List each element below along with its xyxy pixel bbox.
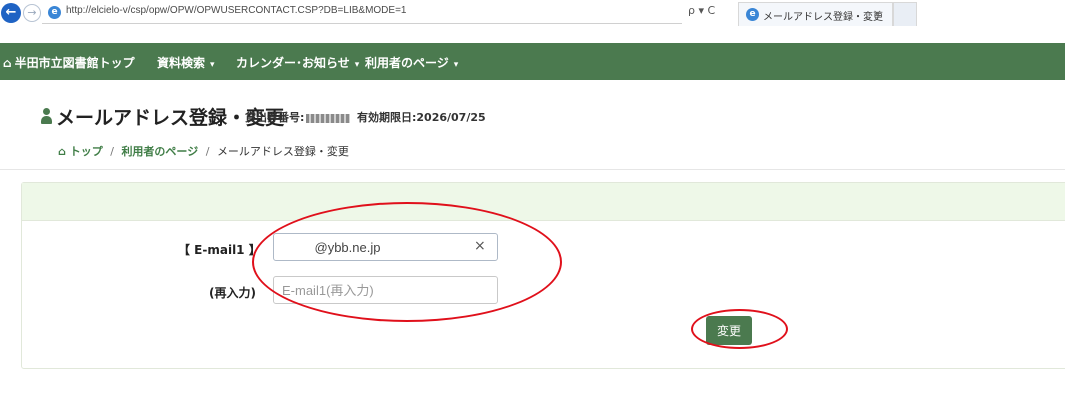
forward-arrow-icon[interactable]: → bbox=[23, 4, 41, 22]
email-input[interactable] bbox=[273, 233, 498, 261]
breadcrumb-separator: / bbox=[110, 145, 114, 158]
ie-tab-icon: e bbox=[746, 8, 759, 21]
breadcrumb-top-label: トップ bbox=[69, 145, 103, 158]
nav-item-label: 資料検索 bbox=[157, 56, 206, 70]
masked-card-number bbox=[306, 113, 351, 123]
browser-chrome: ← → e http://elcielo-v/csp/opw/OPW/OPWUS… bbox=[0, 0, 1065, 38]
search-refresh-icon[interactable]: ρ ▾ C bbox=[688, 4, 715, 17]
change-button[interactable]: 変更 bbox=[706, 316, 752, 345]
url-text[interactable]: http://elcielo-v/csp/opw/OPW/OPWUSERCONT… bbox=[66, 5, 406, 16]
card-number-label: 貸出券番号: bbox=[245, 111, 305, 124]
home-icon: ⌂ bbox=[3, 56, 12, 70]
nav-item-label: カレンダー･お知らせ bbox=[236, 56, 350, 70]
tab-title: メールアドレス登録・変更 bbox=[763, 12, 883, 23]
nav-item-label: 利用者のページ bbox=[365, 56, 449, 70]
email-label: 【 E-mail1 】 bbox=[178, 243, 261, 257]
caret-down-icon: ▾ bbox=[354, 60, 360, 70]
nav-item-calendar[interactable]: カレンダー･お知らせ ▾ bbox=[236, 54, 359, 71]
tab-close-icon[interactable]: × bbox=[873, 7, 882, 20]
clear-icon[interactable]: × bbox=[474, 238, 486, 254]
ie-page-icon: e bbox=[48, 6, 61, 19]
breadcrumb-separator: / bbox=[205, 145, 210, 158]
nav-home[interactable]: ⌂ 半田市立図書館トップ bbox=[3, 54, 135, 71]
caret-down-icon: ▾ bbox=[453, 60, 459, 70]
email-reenter-input[interactable] bbox=[273, 276, 498, 304]
card-number: 貸出券番号: bbox=[245, 109, 351, 125]
new-tab-button[interactable] bbox=[893, 2, 917, 26]
nav-item-search[interactable]: 資料検索 ▾ bbox=[157, 54, 215, 71]
divider bbox=[0, 169, 1065, 170]
address-bar[interactable]: e http://elcielo-v/csp/opw/OPW/OPWUSERCO… bbox=[42, 2, 682, 24]
home-icon: ⌂ bbox=[58, 145, 70, 158]
email-form-panel: 【 E-mail1 】 × (再入力) 変更 bbox=[21, 182, 1065, 369]
panel-header bbox=[22, 183, 1065, 221]
reenter-label: (再入力) bbox=[209, 286, 256, 300]
site-navbar: ⌂ 半田市立図書館トップ 資料検索 ▾ カレンダー･お知らせ ▾ 利用者のページ ▾ bbox=[0, 43, 1065, 80]
breadcrumb-current: メールアドレス登録・変更 bbox=[216, 145, 349, 158]
person-icon bbox=[40, 108, 52, 124]
back-arrow-icon[interactable]: ← bbox=[1, 3, 21, 23]
expiry-date: 有効期限日:2026/07/25 bbox=[357, 111, 486, 124]
breadcrumb-top[interactable]: ⌂ トップ bbox=[58, 145, 103, 158]
browser-tab[interactable]: e メールアドレス登録・変更 × bbox=[738, 2, 893, 26]
nav-home-label: 半田市立図書館トップ bbox=[14, 56, 135, 70]
caret-down-icon: ▾ bbox=[210, 60, 215, 70]
breadcrumb: ⌂ トップ / 利用者のページ / メールアドレス登録・変更 bbox=[58, 143, 349, 159]
breadcrumb-user-page[interactable]: 利用者のページ bbox=[121, 145, 198, 158]
nav-item-user-page[interactable]: 利用者のページ ▾ bbox=[365, 54, 458, 71]
